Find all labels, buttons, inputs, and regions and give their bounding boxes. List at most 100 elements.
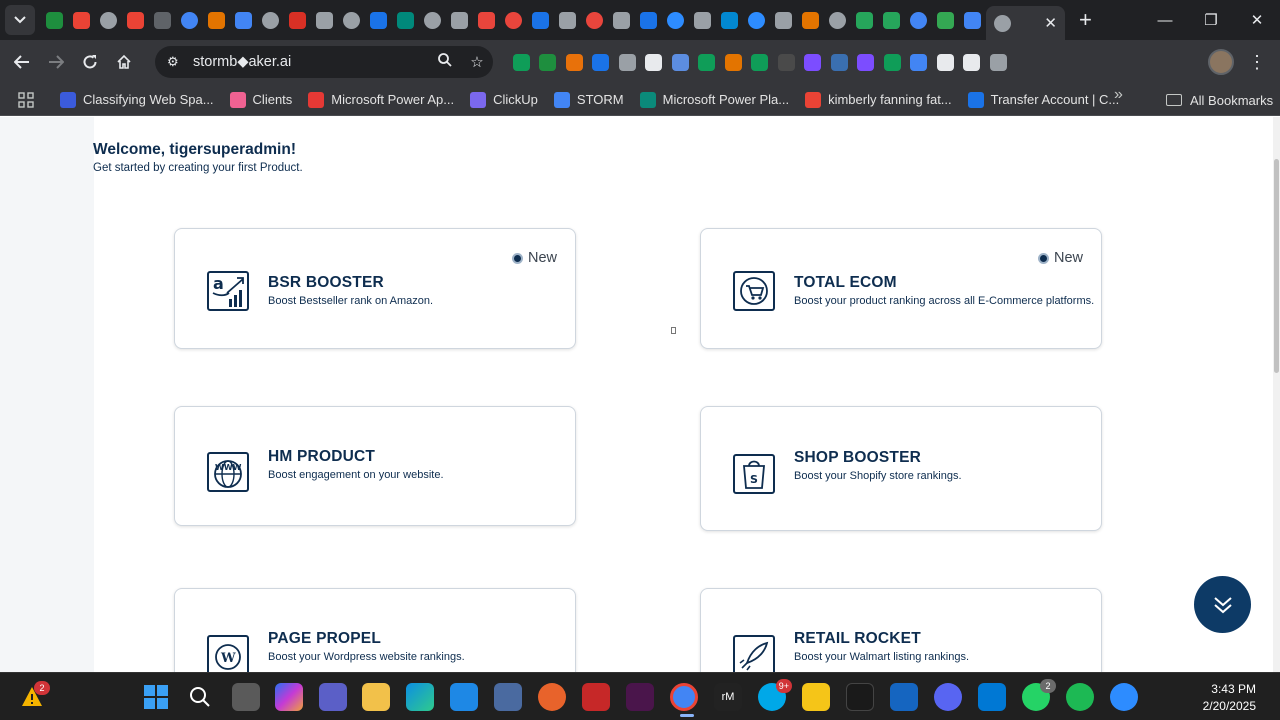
product-card-total-ecom[interactable]: TOTAL ECOM Boost your product ranking ac…	[700, 228, 1102, 349]
browser-tab[interactable]	[446, 4, 473, 36]
scroll-down-button[interactable]	[1194, 576, 1251, 633]
extension-button[interactable]	[932, 48, 959, 76]
terminal-icon[interactable]	[846, 683, 874, 711]
bookmark-item[interactable]: Clients	[222, 86, 301, 114]
forward-button[interactable]	[39, 45, 73, 79]
product-card-page-propel[interactable]: W PAGE PROPEL Boost your Wordpress websi…	[174, 588, 576, 672]
more-menu-icon[interactable]: ⋮	[1248, 52, 1266, 73]
bookmark-item[interactable]: kimberly fanning fat...	[797, 86, 960, 114]
profile-avatar[interactable]	[1208, 49, 1234, 75]
extension-button[interactable]	[853, 48, 880, 76]
teams-icon[interactable]	[319, 683, 347, 711]
calculator-icon[interactable]	[494, 683, 522, 711]
extension-button[interactable]	[694, 48, 721, 76]
extension-button[interactable]	[747, 48, 774, 76]
extension-button[interactable]	[588, 48, 615, 76]
address-url[interactable]: stormb◆aker.ai	[193, 54, 429, 70]
discord-icon[interactable]	[934, 683, 962, 711]
product-card-shop-booster[interactable]: S SHOP BOOSTER Boost your Shopify store …	[700, 406, 1102, 531]
new-tab-button[interactable]: +	[1079, 7, 1092, 33]
browser-tab[interactable]	[905, 4, 932, 36]
extension-button[interactable]	[906, 48, 933, 76]
browser-tab[interactable]	[176, 4, 203, 36]
minimize-button[interactable]: —	[1142, 0, 1188, 40]
notepad-icon[interactable]	[890, 683, 918, 711]
product-card-hm-product[interactable]: WWW HM PRODUCT Boost engagement on your …	[174, 406, 576, 526]
product-card-retail-rocket[interactable]: RETAIL ROCKET Boost your Walmart listing…	[700, 588, 1102, 672]
browser-tab[interactable]	[122, 4, 149, 36]
extension-button[interactable]	[667, 48, 694, 76]
remote-desktop-icon[interactable]	[978, 683, 1006, 711]
store-icon[interactable]	[450, 683, 478, 711]
bookmark-star-icon[interactable]: ☆	[461, 53, 493, 71]
browser-tab[interactable]	[203, 4, 230, 36]
extension-button[interactable]	[720, 48, 747, 76]
browser-tab[interactable]	[959, 4, 986, 36]
extension-button[interactable]	[508, 48, 535, 76]
browser-tab[interactable]	[95, 4, 122, 36]
browser-tab[interactable]	[365, 4, 392, 36]
browser-tab[interactable]	[392, 4, 419, 36]
home-button[interactable]	[107, 45, 141, 79]
browser-tab[interactable]	[230, 4, 257, 36]
close-window-button[interactable]: ✕	[1234, 0, 1280, 40]
browser-tab[interactable]	[770, 4, 797, 36]
chrome-icon[interactable]	[670, 683, 698, 711]
search-icon[interactable]	[189, 686, 211, 708]
weather-widget[interactable]: 2	[20, 681, 50, 709]
extension-button[interactable]	[800, 48, 827, 76]
extension-button[interactable]	[826, 48, 853, 76]
browser-tab[interactable]	[149, 4, 176, 36]
page-scrollbar[interactable]	[1273, 117, 1280, 672]
acrobat-icon[interactable]	[582, 683, 610, 711]
site-info-icon[interactable]: ⚙	[167, 54, 193, 70]
rm-app-icon[interactable]: rM	[714, 683, 742, 711]
browser-tab[interactable]	[851, 4, 878, 36]
browser-tab[interactable]	[662, 4, 689, 36]
system-clock[interactable]: 3:43 PM 2/20/2025	[1203, 681, 1256, 715]
close-tab-button[interactable]: ✕	[1044, 14, 1057, 32]
bookmark-item[interactable]: Transfer Account | C...	[960, 86, 1128, 114]
browser-tab[interactable]	[689, 4, 716, 36]
browser-tab[interactable]	[527, 4, 554, 36]
bookmark-item[interactable]: ClickUp	[462, 86, 546, 114]
browser-tab[interactable]	[716, 4, 743, 36]
bookmark-item[interactable]: STORM	[546, 86, 632, 114]
extension-button[interactable]	[959, 48, 986, 76]
browser-tab[interactable]	[824, 4, 851, 36]
apps-grid-icon[interactable]	[10, 91, 42, 108]
back-button[interactable]	[5, 45, 39, 79]
reload-button[interactable]	[73, 45, 107, 79]
spotify-icon[interactable]	[1066, 683, 1094, 711]
product-card-bsr-booster[interactable]: a BSR BOOSTER Boost Bestseller rank on A…	[174, 228, 576, 349]
skype-icon[interactable]: 9+	[758, 679, 792, 711]
browser-tab[interactable]	[311, 4, 338, 36]
extension-button[interactable]	[879, 48, 906, 76]
scrollbar-thumb[interactable]	[1274, 159, 1279, 373]
browser-tab[interactable]	[554, 4, 581, 36]
browser-tab[interactable]	[878, 4, 905, 36]
all-bookmarks-button[interactable]: All Bookmarks	[1166, 84, 1273, 116]
edge-icon[interactable]	[406, 683, 434, 711]
search-icon[interactable]	[429, 53, 461, 71]
whatsapp-icon[interactable]: 2	[1022, 679, 1056, 711]
sticky-app-icon[interactable]	[802, 683, 830, 711]
slack-icon[interactable]	[626, 683, 654, 711]
extension-button[interactable]	[773, 48, 800, 76]
browser-tab[interactable]	[473, 4, 500, 36]
extension-button[interactable]	[985, 48, 1012, 76]
task-view-icon[interactable]	[232, 683, 260, 711]
extension-button[interactable]	[614, 48, 641, 76]
browser-tab[interactable]	[284, 4, 311, 36]
start-button[interactable]	[144, 685, 168, 709]
browser-tab[interactable]	[68, 4, 95, 36]
bookmark-item[interactable]: Microsoft Power Pla...	[632, 86, 797, 114]
file-explorer-icon[interactable]	[362, 683, 390, 711]
firefox-icon[interactable]	[538, 683, 566, 711]
extension-button[interactable]	[535, 48, 562, 76]
browser-tab[interactable]	[419, 4, 446, 36]
browser-tab[interactable]	[500, 4, 527, 36]
browser-tab[interactable]	[338, 4, 365, 36]
browser-tab[interactable]	[743, 4, 770, 36]
tab-search-button[interactable]	[5, 5, 35, 35]
